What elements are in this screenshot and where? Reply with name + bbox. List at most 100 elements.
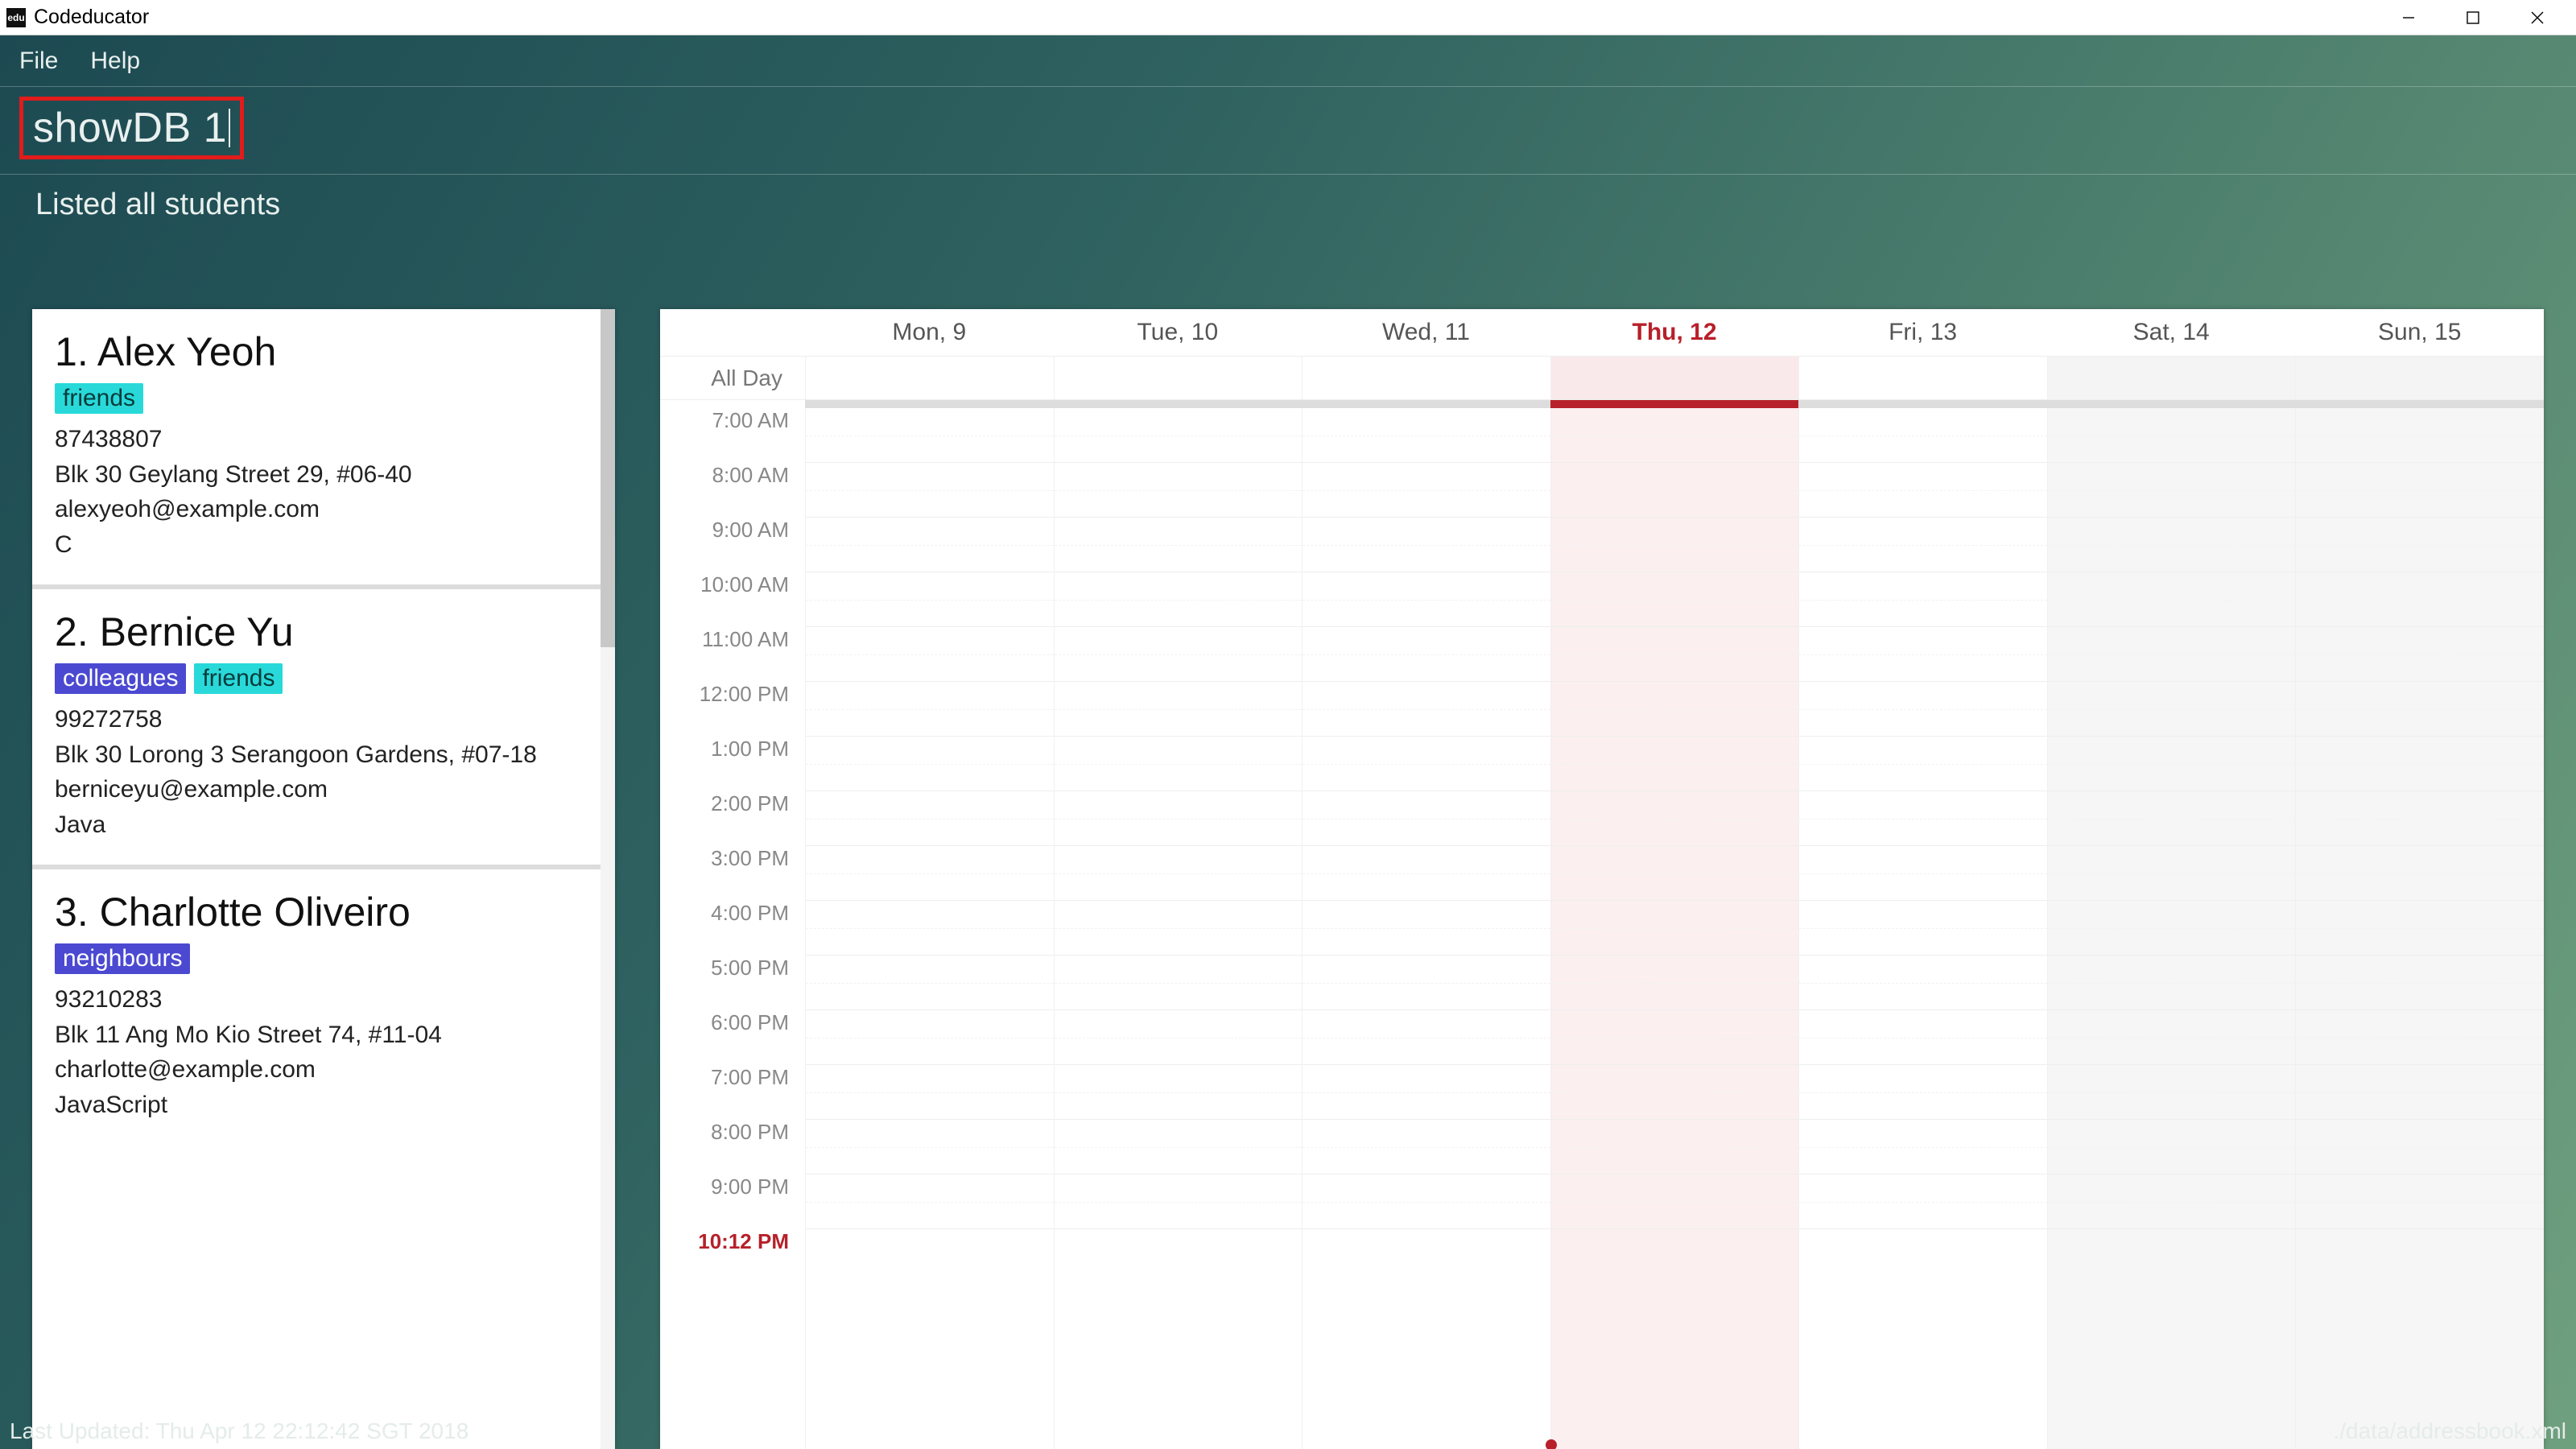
allday-cell[interactable] (1302, 357, 1550, 399)
hour-cell[interactable] (2048, 791, 2296, 846)
hour-cell[interactable] (1799, 682, 2047, 737)
hour-cell[interactable] (806, 1120, 1054, 1174)
hour-cell[interactable] (1302, 1065, 1550, 1120)
hour-cell[interactable] (806, 518, 1054, 572)
hour-cell[interactable] (806, 956, 1054, 1010)
hour-cell[interactable] (806, 846, 1054, 901)
hour-cell[interactable] (2048, 1010, 2296, 1065)
hour-cell[interactable] (1055, 846, 1302, 901)
day-header[interactable]: Mon, 9 (805, 309, 1054, 356)
day-column[interactable] (1302, 408, 1550, 1449)
hour-cell[interactable] (2048, 737, 2296, 791)
hour-cell[interactable] (1551, 1174, 1799, 1229)
hour-cell[interactable] (2048, 846, 2296, 901)
hour-cell[interactable] (2296, 1065, 2544, 1120)
hour-cell[interactable] (1302, 518, 1550, 572)
hour-cell[interactable] (1302, 1174, 1550, 1229)
hour-cell[interactable] (1799, 1174, 2047, 1229)
hour-cell[interactable] (1302, 682, 1550, 737)
hour-cell[interactable] (2296, 518, 2544, 572)
day-header[interactable]: Wed, 11 (1302, 309, 1550, 356)
hour-cell[interactable] (2296, 1174, 2544, 1229)
scrollbar-track[interactable] (601, 309, 615, 1449)
hour-cell[interactable] (1055, 463, 1302, 518)
hour-cell[interactable] (1302, 737, 1550, 791)
hour-cell[interactable] (806, 572, 1054, 627)
hour-cell[interactable] (2296, 846, 2544, 901)
hour-cell[interactable] (1055, 1120, 1302, 1174)
hour-cell[interactable] (806, 627, 1054, 682)
menu-file[interactable]: File (19, 47, 58, 75)
hour-cell[interactable] (2296, 737, 2544, 791)
hour-cell[interactable] (2296, 1010, 2544, 1065)
hour-cell[interactable] (1302, 463, 1550, 518)
hour-cell[interactable] (2048, 682, 2296, 737)
hour-cell[interactable] (806, 737, 1054, 791)
hour-cell[interactable] (2048, 901, 2296, 956)
hour-cell[interactable] (806, 463, 1054, 518)
allday-cell[interactable] (2047, 357, 2296, 399)
day-header[interactable]: Tue, 10 (1054, 309, 1302, 356)
allday-cell[interactable] (1550, 357, 1799, 399)
hour-cell[interactable] (1799, 408, 2047, 463)
close-button[interactable] (2505, 0, 2570, 35)
day-header[interactable]: Fri, 13 (1798, 309, 2047, 356)
hour-cell[interactable] (1799, 572, 2047, 627)
hour-cell[interactable] (1799, 737, 2047, 791)
hour-cell[interactable] (1302, 572, 1550, 627)
hour-cell[interactable] (2048, 1120, 2296, 1174)
hour-cell[interactable] (2296, 791, 2544, 846)
hour-cell[interactable] (2296, 572, 2544, 627)
allday-cell[interactable] (1798, 357, 2047, 399)
day-column[interactable] (1550, 408, 1799, 1449)
day-column[interactable] (1798, 408, 2047, 1449)
hour-cell[interactable] (1551, 572, 1799, 627)
minimize-button[interactable] (2376, 0, 2441, 35)
hour-cell[interactable] (1055, 791, 1302, 846)
hour-cell[interactable] (1302, 791, 1550, 846)
hour-cell[interactable] (1551, 682, 1799, 737)
hour-cell[interactable] (1055, 408, 1302, 463)
command-input[interactable]: showDB 1 (19, 97, 244, 159)
hour-cell[interactable] (1302, 627, 1550, 682)
hour-cell[interactable] (1055, 627, 1302, 682)
hour-cell[interactable] (1055, 1174, 1302, 1229)
hour-cell[interactable] (806, 901, 1054, 956)
hour-cell[interactable] (1799, 1010, 2047, 1065)
hour-cell[interactable] (2048, 627, 2296, 682)
hour-cell[interactable] (2296, 682, 2544, 737)
hour-cell[interactable] (2048, 518, 2296, 572)
hour-cell[interactable] (1551, 463, 1799, 518)
hour-cell[interactable] (1551, 1065, 1799, 1120)
hour-cell[interactable] (1055, 956, 1302, 1010)
allday-cell[interactable] (805, 357, 1054, 399)
hour-cell[interactable] (1799, 1065, 2047, 1120)
hour-cell[interactable] (2296, 463, 2544, 518)
hour-cell[interactable] (2048, 1065, 2296, 1120)
hour-cell[interactable] (1055, 901, 1302, 956)
hour-cell[interactable] (1055, 682, 1302, 737)
day-column[interactable] (805, 408, 1054, 1449)
hour-cell[interactable] (1055, 1010, 1302, 1065)
hour-cell[interactable] (1799, 1120, 2047, 1174)
hour-cell[interactable] (1302, 956, 1550, 1010)
student-card[interactable]: 2 Bernice Yucolleaguesfriends99272758Blk… (32, 589, 615, 869)
day-header[interactable]: Thu, 12 (1550, 309, 1799, 356)
hour-cell[interactable] (1799, 956, 2047, 1010)
hour-cell[interactable] (2048, 572, 2296, 627)
hour-cell[interactable] (2296, 1120, 2544, 1174)
hour-cell[interactable] (806, 1065, 1054, 1120)
student-card[interactable]: 1 Alex Yeohfriends87438807Blk 30 Geylang… (32, 309, 615, 589)
hour-cell[interactable] (1302, 408, 1550, 463)
hour-cell[interactable] (2296, 627, 2544, 682)
day-column[interactable] (2047, 408, 2296, 1449)
hour-cell[interactable] (806, 682, 1054, 737)
hour-cell[interactable] (1551, 901, 1799, 956)
maximize-button[interactable] (2441, 0, 2505, 35)
hour-cell[interactable] (1055, 1065, 1302, 1120)
hour-cell[interactable] (806, 1010, 1054, 1065)
hour-cell[interactable] (2296, 901, 2544, 956)
hour-cell[interactable] (1799, 627, 2047, 682)
hour-cell[interactable] (1799, 518, 2047, 572)
hour-cell[interactable] (1302, 901, 1550, 956)
